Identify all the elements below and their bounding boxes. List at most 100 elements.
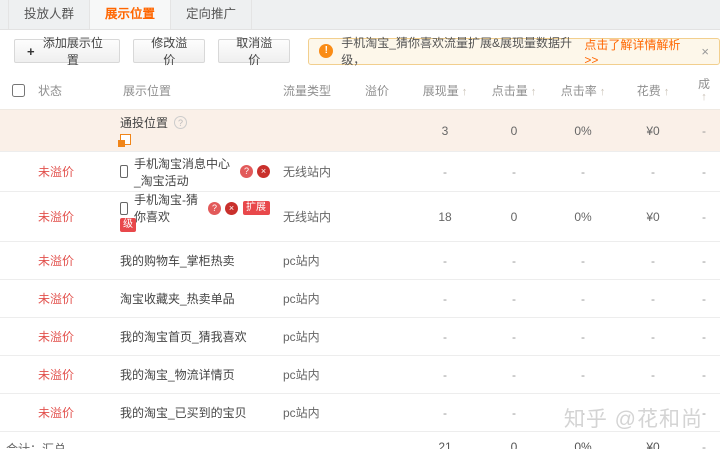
col-status: 状态 [36,82,110,99]
clicks-cell: - [480,292,548,306]
upgrade-badge: 扩展升 [243,201,270,215]
impressions-cell: - [410,368,480,382]
extra-cell: - [688,124,720,138]
impressions-cell: 18 [410,210,480,224]
totals-impressions: 21 [410,440,480,449]
layers-icon[interactable] [120,134,131,145]
sort-arrow-icon[interactable]: ↑ [531,86,537,98]
warning-icon: ! [319,44,333,58]
col-impressions[interactable]: 展现量↑ [410,82,480,99]
position-label: 淘宝收藏夹_热卖单品 [110,290,270,307]
notice-close-icon[interactable]: × [701,44,709,59]
sort-arrow-icon[interactable]: ↑ [701,91,707,104]
traffic-cell: pc站内 [270,252,345,269]
totals-row: 合计：汇总 21 0 0% ¥0 - [0,432,720,449]
traffic-cell: 无线站内 [270,208,345,225]
ctr-cell: 0% [548,210,618,224]
clicks-cell: 0 [480,210,548,224]
extra-cell: - [688,292,720,306]
cost-cell: - [618,165,688,179]
clicks-cell: - [480,406,548,420]
placement-manager: 投放人群 展示位置 定向推广 + 添加展示位置 修改溢价 取消溢价 ! 手机淘宝… [0,0,720,449]
col-clicks[interactable]: 点击量↑ [480,82,548,99]
sort-arrow-icon[interactable]: ↑ [600,86,606,98]
totals-label: 合计：汇总 [0,440,270,449]
add-placement-button[interactable]: + 添加展示位置 [14,39,120,63]
tab-direct-promotion[interactable]: 定向推广 [171,0,252,29]
position-label: 我的淘宝_物流详情页 [110,366,270,383]
extra-cell: - [688,330,720,344]
status-label: 未溢价 [36,404,110,421]
phone-icon [120,165,128,178]
select-all-checkbox[interactable] [12,84,25,97]
totals-extra: - [688,440,720,449]
sort-arrow-icon[interactable]: ↑ [462,86,468,98]
extra-cell: - [688,165,720,179]
close-badge-icon[interactable]: × [257,165,270,178]
cost-cell: ¥0 [618,210,688,224]
traffic-cell: pc站内 [270,328,345,345]
ctr-cell: - [548,292,618,306]
status-label: 未溢价 [36,366,110,383]
col-cost[interactable]: 花费↑ [618,82,688,99]
col-traffic: 流量类型 [270,82,345,99]
ctr-cell: - [548,330,618,344]
extra-cell: - [688,368,720,382]
upgrade-badge-wrap: 级 [120,218,136,232]
table-row-mytaobao-home[interactable]: 未溢价 我的淘宝首页_猜我喜欢 pc站内 - - - - - [0,318,720,356]
col-ctr[interactable]: 点击率↑ [548,82,618,99]
table-row-guess-you-like[interactable]: 未溢价 手机淘宝-猜你喜欢 ? × 扩展升 级 无线站内 18 0 0% ¥0 … [0,192,720,242]
table-row-general-placement[interactable]: 通投位置 ? 3 0 0% ¥0 - [0,110,720,152]
table-row-cart[interactable]: 未溢价 我的购物车_掌柜热卖 pc站内 - - - - - [0,242,720,280]
position-label: 我的购物车_掌柜热卖 [110,252,270,269]
status-label: 未溢价 [36,290,110,307]
tab-placement[interactable]: 展示位置 [90,0,171,29]
add-placement-label: 添加展示位置 [39,34,108,68]
cancel-premium-button[interactable]: 取消溢价 [218,39,290,63]
help-icon[interactable]: ? [174,116,187,129]
notice-text: 手机淘宝_猜你喜欢流量扩展&展现量数据升级， [341,34,584,68]
traffic-cell: 无线站内 [270,163,345,180]
col-position: 展示位置 [110,82,270,99]
modify-premium-button[interactable]: 修改溢价 [133,39,205,63]
clicks-cell: - [480,330,548,344]
clicks-cell: - [480,368,548,382]
sort-arrow-icon[interactable]: ↑ [664,86,670,98]
tabbar: 投放人群 展示位置 定向推广 [0,0,720,30]
position-label: 我的淘宝首页_猜我喜欢 [110,328,270,345]
cost-cell: - [618,330,688,344]
position-label: 手机淘宝-猜你喜欢 [134,191,204,225]
table-row-logistics[interactable]: 未溢价 我的淘宝_物流详情页 pc站内 - - - - - [0,356,720,394]
traffic-cell: pc站内 [270,366,345,383]
status-label: 未溢价 [36,328,110,345]
impressions-cell: - [410,330,480,344]
cost-cell: - [618,292,688,306]
table-row-msg-center[interactable]: 未溢价 手机淘宝消息中心_淘宝活动 ? × 无线站内 - - - - - [0,152,720,192]
close-badge-icon[interactable]: × [225,202,238,215]
clicks-cell: - [480,165,548,179]
status-label: 未溢价 [36,252,110,269]
col-premium: 溢价 [345,82,410,99]
cost-cell: - [618,254,688,268]
question-badge-icon[interactable]: ? [240,165,253,178]
notice-banner: ! 手机淘宝_猜你喜欢流量扩展&展现量数据升级， 点击了解详情解析>> × [308,38,720,65]
notice-link[interactable]: 点击了解详情解析>> [584,36,689,67]
ctr-cell: 0% [548,124,618,138]
question-badge-icon[interactable]: ? [208,202,221,215]
position-label: 通投位置 [120,114,168,131]
table-row-favorites[interactable]: 未溢价 淘宝收藏夹_热卖单品 pc站内 - - - - - [0,280,720,318]
clicks-cell: - [480,254,548,268]
tab-audience[interactable]: 投放人群 [8,0,90,29]
status-label: 未溢价 [36,163,110,180]
impressions-cell: - [410,165,480,179]
ctr-cell: - [548,368,618,382]
toolbar: + 添加展示位置 修改溢价 取消溢价 ! 手机淘宝_猜你喜欢流量扩展&展现量数据… [0,30,720,72]
col-extra-clipped[interactable]: 成↑ [688,78,720,104]
position-label: 手机淘宝消息中心_淘宝活动 [134,155,236,189]
cost-cell: ¥0 [618,124,688,138]
extra-cell: - [688,210,720,224]
traffic-cell: pc站内 [270,290,345,307]
plus-icon: + [27,44,35,59]
ctr-cell: - [548,254,618,268]
table-header: 状态 展示位置 流量类型 溢价 展现量↑ 点击量↑ 点击率↑ 花费↑ 成↑ [0,72,720,110]
